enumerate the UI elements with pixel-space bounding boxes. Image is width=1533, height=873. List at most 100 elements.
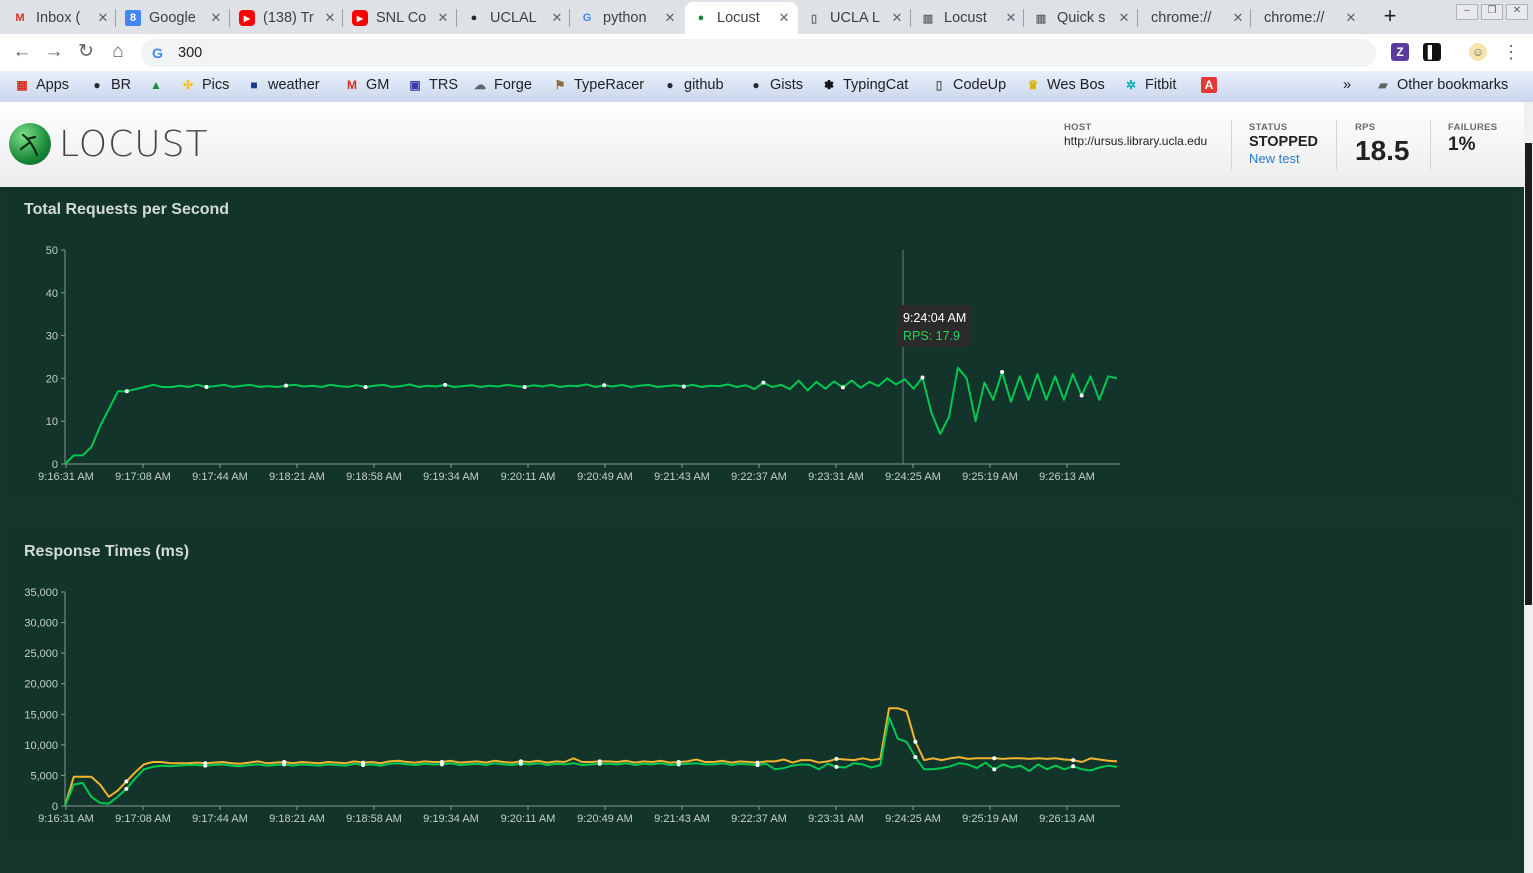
failures-stat: FAILURES 1% (1448, 122, 1497, 156)
locust-logo[interactable]: LOCUST (9, 123, 208, 165)
close-tab-icon[interactable]: ✕ (776, 10, 792, 26)
bookmark-item[interactable]: ■ weather (246, 71, 320, 99)
data-point (834, 764, 839, 769)
new-test-link[interactable]: New test (1249, 151, 1318, 166)
y-tick-label: 50 (46, 245, 58, 257)
new-tab-button[interactable]: + (1378, 5, 1402, 29)
browser-tab[interactable]: ▶ (138) Tr ✕ (231, 2, 344, 34)
data-point (518, 761, 523, 766)
red-a-icon: A (1201, 77, 1217, 93)
bookmark-item[interactable]: ▦ Apps (14, 71, 69, 99)
browser-tab-strip: M Inbox (✕ 8 Google ✕ ▶ (138) Tr ✕ ▶ SNL Co ✕ ● UCLA… (0, 0, 1533, 34)
browser-tab[interactable]: 8 Google ✕ (117, 2, 230, 34)
failures-value: 1% (1448, 134, 1476, 155)
bookmark-item[interactable]: ☁ Forge (472, 71, 532, 99)
close-tab-icon[interactable]: ✕ (435, 10, 451, 26)
close-tab-icon[interactable]: ✕ (549, 10, 565, 26)
y-tick-label: 0 (52, 459, 58, 471)
x-tick-label: 9:20:49 AM (577, 813, 633, 825)
x-tick-label: 9:17:44 AM (192, 471, 248, 483)
close-tab-icon[interactable]: ✕ (322, 10, 338, 26)
crown-icon: ♛ (1027, 78, 1039, 92)
bookmark-item[interactable]: ▣ TRS (407, 71, 458, 99)
tab-separator (229, 9, 230, 27)
bookmark-item[interactable]: ✲ Fitbit (1123, 71, 1176, 99)
bookmark-label: BR (111, 77, 132, 93)
close-tab-icon[interactable]: ✕ (662, 10, 678, 26)
close-tab-icon[interactable]: ✕ (1116, 10, 1132, 26)
browser-tab[interactable]: chrome:// ✕ (1139, 2, 1252, 34)
bookmark-item[interactable]: ▲ (148, 71, 170, 99)
browser-tab[interactable]: M Inbox (✕ (4, 2, 117, 34)
x-tick-label: 9:18:58 AM (346, 471, 402, 483)
profile-avatar[interactable]: ☺ (1469, 43, 1487, 61)
back-icon[interactable]: ← (10, 40, 34, 64)
response-times-chart[interactable]: 0 5,000 10,000 15,000 20,000 25,000 30,000 35,0… (9, 529, 1515, 843)
bookmark-label: weather (268, 77, 320, 93)
x-tick-label: 9:19:34 AM (423, 471, 479, 483)
address-bar[interactable]: G 300 (141, 39, 1376, 67)
close-window-button[interactable]: ✕ (1506, 4, 1528, 20)
bookmark-item[interactable]: ✽ TypingCat (821, 71, 908, 99)
data-point (124, 786, 129, 791)
bookmark-item[interactable]: ● BR (89, 71, 131, 99)
y-tick-label: 15,000 (24, 709, 58, 721)
reload-icon[interactable]: ↻ (74, 40, 98, 64)
close-tab-icon[interactable]: ✕ (1003, 10, 1019, 26)
y-tick-label: 20,000 (24, 679, 58, 691)
minimize-button[interactable]: – (1456, 4, 1478, 20)
bookmark-item[interactable]: ● Gists (748, 71, 803, 99)
forward-icon[interactable]: → (42, 40, 66, 64)
extension-icon[interactable]: ▌ (1423, 43, 1441, 61)
bookmark-label: Forge (494, 77, 532, 93)
maximize-button[interactable]: ❐ (1481, 4, 1503, 20)
tab-separator (1023, 9, 1024, 27)
browser-tab[interactable]: ● UCLAL ✕ (458, 2, 571, 34)
bookmark-item[interactable]: ✣ Pics (180, 71, 229, 99)
bookmark-item[interactable]: ● github (662, 71, 723, 99)
scrollbar-thumb[interactable] (1525, 143, 1532, 605)
bookmark-item[interactable]: ⚑ TypeRacer (552, 71, 645, 99)
browser-tab[interactable]: ▥ Quick s ✕ (1025, 2, 1138, 34)
close-tab-icon[interactable]: ✕ (208, 10, 224, 26)
x-tick-label: 9:25:19 AM (962, 471, 1018, 483)
browser-tab-label: Google (149, 10, 196, 26)
home-icon[interactable]: ⌂ (106, 40, 130, 64)
y-tick-label: 35,000 (24, 587, 58, 599)
other-bookmarks-folder[interactable]: ▰ Other bookmarks (1375, 71, 1508, 99)
tab-separator (1137, 9, 1138, 27)
github-icon: ● (666, 78, 674, 92)
browser-tab[interactable]: ▶ SNL Co ✕ (344, 2, 457, 34)
close-tab-icon[interactable]: ✕ (889, 10, 905, 26)
x-tick-label: 9:18:58 AM (346, 813, 402, 825)
close-tab-icon[interactable]: ✕ (1343, 10, 1359, 26)
x-tick-label: 9:22:37 AM (731, 471, 787, 483)
bookmark-item[interactable]: M GM (344, 71, 389, 99)
browser-tab[interactable]: ▥ Locust ✕ (912, 2, 1025, 34)
menu-icon[interactable]: ⋮ (1499, 40, 1523, 64)
bookmark-item[interactable]: ♛ Wes Bos (1025, 71, 1105, 99)
bookmarks-overflow-button[interactable]: » (1343, 71, 1351, 99)
x-tick-label: 9:17:44 AM (192, 813, 248, 825)
close-tab-icon[interactable]: ✕ (1230, 10, 1246, 26)
browser-tab[interactable]: ▯ UCLA L ✕ (798, 2, 911, 34)
zotero-icon[interactable]: Z (1391, 43, 1409, 61)
browser-tab[interactable]: chrome:// ✕ (1252, 2, 1365, 34)
data-point (676, 762, 681, 767)
browser-tab[interactable]: ● Locust ✕ (685, 2, 798, 34)
y-tick-label: 25,000 (24, 648, 58, 660)
rps-chart[interactable]: 0 10 20 30 40 50 9:16:31 AM 9:17:08 AM 9:17:44 A… (9, 187, 1515, 501)
status-label: STATUS (1249, 122, 1288, 133)
data-point (840, 385, 845, 390)
bookmark-item[interactable]: A (1201, 71, 1223, 99)
close-tab-icon[interactable]: ✕ (95, 10, 111, 26)
logo-text: LOCUST (59, 123, 209, 165)
tooltip-value: RPS: 17.9 (903, 329, 960, 343)
locust-logo-icon (9, 123, 51, 165)
cloud-icon: ☁ (474, 78, 486, 92)
bookmark-item[interactable]: ▯ CodeUp (931, 71, 1007, 99)
tab-separator (115, 9, 116, 27)
address-text[interactable]: 300 (178, 45, 202, 61)
browser-tab[interactable]: Gpython ✕ (571, 2, 684, 34)
data-point (124, 779, 129, 784)
